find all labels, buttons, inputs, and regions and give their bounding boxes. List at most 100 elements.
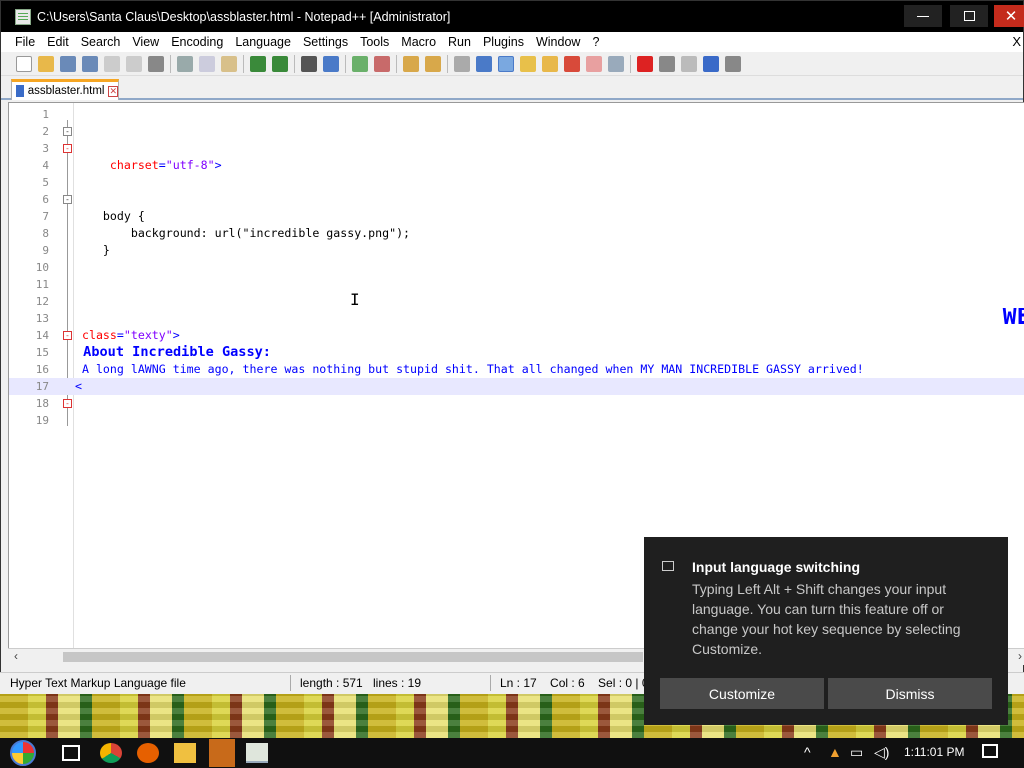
function-list-icon[interactable] bbox=[564, 56, 580, 72]
sync-horizontal-icon[interactable] bbox=[425, 56, 441, 72]
undo-icon[interactable] bbox=[250, 56, 266, 72]
monitoring-icon[interactable] bbox=[608, 56, 624, 72]
code-line[interactable]: 13 WELCOME TO INCREDIBLE GASSY'S DOMAIN!… bbox=[9, 310, 1024, 327]
tab-close-icon[interactable]: ✕ bbox=[108, 86, 118, 97]
menu-file[interactable]: File bbox=[1, 32, 41, 52]
code-line[interactable]: 11 bbox=[9, 276, 1024, 293]
network-icon[interactable]: ▭ bbox=[850, 744, 863, 761]
code-line[interactable]: 7 body { bbox=[9, 208, 1024, 225]
show-all-characters-icon[interactable] bbox=[476, 56, 492, 72]
minimize-button[interactable] bbox=[904, 5, 942, 27]
clock[interactable]: 1:11:01 PM bbox=[904, 745, 964, 759]
close-file-icon[interactable] bbox=[104, 56, 120, 72]
menu-plugins[interactable]: Plugins bbox=[477, 32, 530, 52]
record-macro-icon[interactable] bbox=[637, 56, 653, 72]
open-folder-icon[interactable] bbox=[38, 56, 54, 72]
save-macro-icon[interactable] bbox=[725, 56, 741, 72]
menu-language[interactable]: Language bbox=[229, 32, 297, 52]
show-hidden-icons-icon[interactable]: ^ bbox=[804, 744, 811, 760]
indent-guide-icon[interactable] bbox=[498, 56, 514, 72]
scroll-right-icon[interactable]: › bbox=[1018, 649, 1022, 663]
maximize-icon bbox=[964, 11, 975, 21]
firefox-icon[interactable] bbox=[137, 743, 159, 763]
cursor-position: Ln : 17 Col : 6 Sel : 0 | 0 bbox=[500, 676, 649, 690]
scrollbar-thumb[interactable] bbox=[63, 652, 643, 662]
code-line[interactable]: 16 A long lAWNG time ago, there was noth… bbox=[9, 361, 1024, 378]
word-wrap-icon[interactable] bbox=[454, 56, 470, 72]
toolbar-separator bbox=[447, 55, 448, 73]
file-explorer-icon[interactable] bbox=[174, 743, 196, 763]
copy-icon[interactable] bbox=[199, 56, 215, 72]
customize-button[interactable]: Customize bbox=[660, 678, 824, 709]
replace-icon[interactable] bbox=[323, 56, 339, 72]
menu-settings[interactable]: Settings bbox=[297, 32, 354, 52]
code-line[interactable]: 19 bbox=[9, 412, 1024, 429]
dismiss-button[interactable]: Dismiss bbox=[828, 678, 992, 709]
language-icon[interactable] bbox=[520, 56, 536, 72]
fold-toggle-icon[interactable]: - bbox=[63, 195, 72, 204]
toolbar-separator bbox=[243, 55, 244, 73]
code-line[interactable]: 1 bbox=[9, 106, 1024, 123]
code-line[interactable]: 8 background: url("incredible gassy.png"… bbox=[9, 225, 1024, 242]
redo-icon[interactable] bbox=[272, 56, 288, 72]
code-line[interactable]: 3 bbox=[9, 140, 1024, 157]
zoom-in-icon[interactable] bbox=[352, 56, 368, 72]
new-file-icon[interactable] bbox=[16, 56, 32, 72]
save-icon[interactable] bbox=[60, 56, 76, 72]
volume-icon[interactable]: ◁) bbox=[874, 744, 889, 761]
code-text: } bbox=[75, 242, 110, 259]
play-macro-icon[interactable] bbox=[681, 56, 697, 72]
chrome-icon[interactable] bbox=[100, 743, 122, 763]
code-line[interactable]: 14 class="texty"> bbox=[9, 327, 1024, 344]
action-center-icon[interactable] bbox=[982, 744, 998, 758]
zoom-out-icon[interactable] bbox=[374, 56, 390, 72]
title-bar[interactable]: C:\Users\Santa Claus\Desktop\assblaster.… bbox=[1, 1, 1023, 32]
menu-tools[interactable]: Tools bbox=[354, 32, 395, 52]
menu-help[interactable]: ? bbox=[586, 32, 605, 52]
close-all-icon[interactable] bbox=[126, 56, 142, 72]
toolbar bbox=[1, 52, 1023, 76]
menu-search[interactable]: Search bbox=[75, 32, 127, 52]
code-line[interactable]: 6 </span> bbox=[9, 191, 1024, 208]
start-button[interactable] bbox=[10, 740, 36, 766]
code-line[interactable]: 10 bbox=[9, 259, 1024, 276]
fold-toggle-icon[interactable]: - bbox=[63, 144, 72, 153]
paste-icon[interactable] bbox=[221, 56, 237, 72]
menu-macro[interactable]: Macro bbox=[395, 32, 442, 52]
code-line[interactable]: 18 bbox=[9, 395, 1024, 412]
stop-recording-icon[interactable] bbox=[659, 56, 675, 72]
code-line[interactable]: 15 About Incredible Gassy: bbox=[9, 344, 1024, 361]
tab-assblaster[interactable]: assblaster.html ✕ bbox=[11, 79, 119, 100]
code-line[interactable]: 17 < bbox=[9, 378, 1024, 395]
code-line[interactable]: 5 </span>Incredible Gassy's new homepage… bbox=[9, 174, 1024, 191]
vlc-icon[interactable] bbox=[209, 739, 235, 767]
menu-encoding[interactable]: Encoding bbox=[165, 32, 229, 52]
menu-run[interactable]: Run bbox=[442, 32, 477, 52]
menu-edit[interactable]: Edit bbox=[41, 32, 75, 52]
menu-close-button[interactable]: X bbox=[1012, 34, 1021, 49]
run-macro-multiple-icon[interactable] bbox=[703, 56, 719, 72]
cut-icon[interactable] bbox=[177, 56, 193, 72]
save-all-icon[interactable] bbox=[82, 56, 98, 72]
code-line[interactable]: 2 bbox=[9, 123, 1024, 140]
close-button[interactable]: ✕ bbox=[994, 5, 1024, 27]
fold-toggle-icon[interactable]: - bbox=[63, 331, 72, 340]
maximize-button[interactable] bbox=[950, 5, 988, 27]
code-line[interactable]: 9 } bbox=[9, 242, 1024, 259]
scroll-left-icon[interactable]: ‹ bbox=[14, 649, 18, 663]
code-line[interactable]: 4 charset="utf-8"> bbox=[9, 157, 1024, 174]
sync-vertical-icon[interactable] bbox=[403, 56, 419, 72]
menu-window[interactable]: Window bbox=[530, 32, 586, 52]
doc-map-icon[interactable] bbox=[542, 56, 558, 72]
menu-view[interactable]: View bbox=[126, 32, 165, 52]
line-number: 17 bbox=[9, 380, 49, 393]
folder-workspace-icon[interactable] bbox=[586, 56, 602, 72]
vlc-tray-icon[interactable]: ▲ bbox=[828, 744, 842, 760]
print-icon[interactable] bbox=[148, 56, 164, 72]
fold-toggle-icon[interactable]: - bbox=[63, 399, 72, 408]
toolbar-separator bbox=[170, 55, 171, 73]
find-icon[interactable] bbox=[301, 56, 317, 72]
notepadpp-taskbar-icon[interactable] bbox=[246, 743, 268, 763]
fold-toggle-icon[interactable]: - bbox=[63, 127, 72, 136]
task-view-icon[interactable] bbox=[62, 745, 80, 761]
